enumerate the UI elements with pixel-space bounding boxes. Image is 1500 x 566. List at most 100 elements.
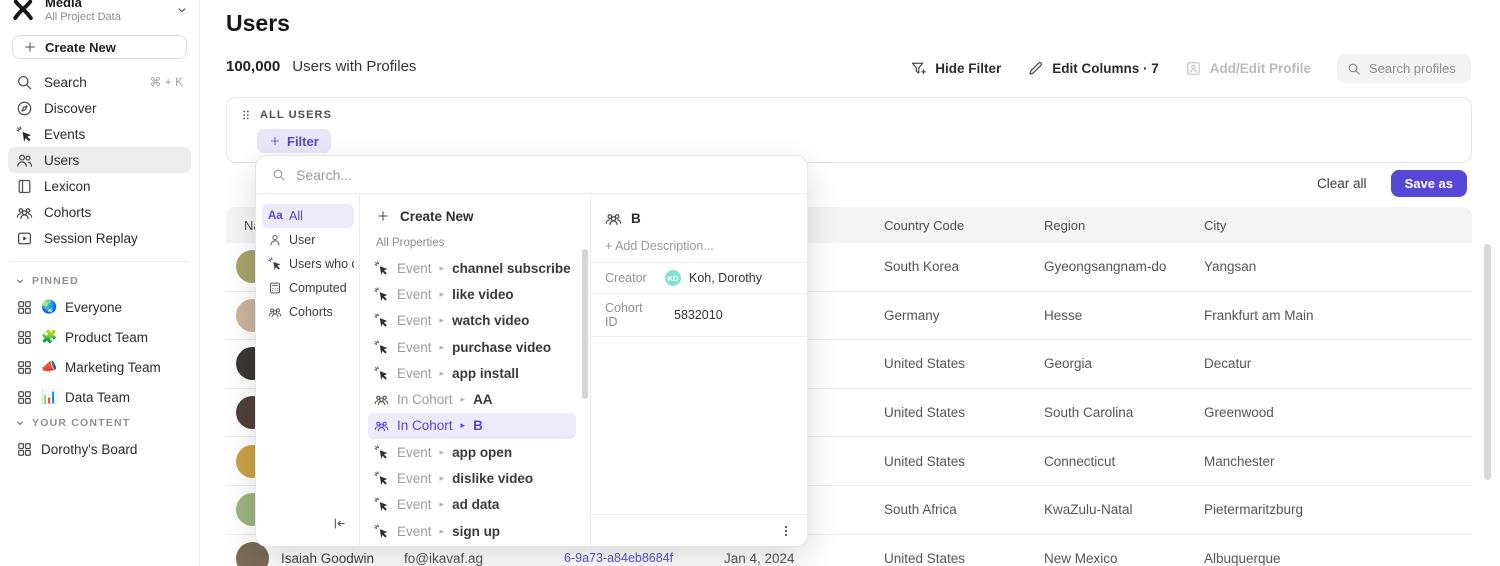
section-label: PINNED bbox=[32, 275, 79, 287]
filter-option-dislike-video[interactable]: Event▸dislike video bbox=[368, 465, 576, 491]
replay-icon bbox=[16, 230, 33, 247]
filter-dropdown: Aa All User Users who di... Computed bbox=[255, 155, 808, 547]
sidebar-item-lexicon[interactable]: Lexicon bbox=[8, 173, 191, 199]
sidebar: Media All Project Data Create New Search… bbox=[0, 0, 200, 566]
option-name: purchase video bbox=[452, 340, 551, 355]
filter-option-in-cohort-aa[interactable]: In Cohort▸AA bbox=[368, 386, 576, 412]
category-label: User bbox=[289, 233, 315, 247]
city-cell: Decatur bbox=[1204, 356, 1472, 371]
project-name: Media bbox=[45, 0, 166, 11]
filter-option-watch-video[interactable]: Event ▸ watch video bbox=[368, 308, 576, 334]
option-prefix: Event bbox=[397, 445, 432, 460]
sidebar-item-discover[interactable]: Discover bbox=[8, 95, 191, 121]
event-spark-icon bbox=[268, 257, 282, 271]
sidebar-item-events[interactable]: Events bbox=[8, 121, 191, 147]
event-spark-icon bbox=[374, 366, 389, 381]
dropdown-categories: Aa All User Users who di... Computed bbox=[256, 194, 360, 546]
dropdown-create-new-button[interactable]: Create New bbox=[360, 202, 590, 230]
filter-card: ALL USERS Filter bbox=[226, 97, 1472, 163]
your-content-section-header[interactable]: YOUR CONTENT bbox=[0, 412, 199, 434]
sidebar-item-everyone[interactable]: 🌏 Everyone bbox=[8, 292, 191, 322]
filter-option-sign-up[interactable]: Event▸sign up bbox=[368, 518, 576, 544]
search-icon bbox=[272, 168, 286, 182]
kebab-menu-icon[interactable] bbox=[779, 524, 793, 538]
button-label: Edit Columns · 7 bbox=[1052, 61, 1159, 76]
filter-option-app-install[interactable]: Event▸app install bbox=[368, 360, 576, 386]
filter-option-in-cohort-b[interactable]: In Cohort▸B bbox=[368, 413, 576, 439]
sidebar-item-product-team[interactable]: 🧩 Product Team bbox=[8, 322, 191, 352]
filter-option-app-open[interactable]: Event▸app open bbox=[368, 439, 576, 465]
filter-option-like-video[interactable]: Event▸like video bbox=[368, 281, 576, 307]
option-prefix: Event bbox=[397, 313, 432, 328]
clear-all-link[interactable]: Clear all bbox=[1317, 176, 1367, 191]
country-cell: Germany bbox=[884, 308, 1044, 323]
creator-label: Creator bbox=[605, 271, 657, 285]
region-cell: Connecticut bbox=[1044, 454, 1204, 469]
dropdown-search-input[interactable] bbox=[296, 167, 791, 183]
filter-option-purchase-video[interactable]: Event▸purchase video bbox=[368, 334, 576, 360]
book-icon bbox=[16, 178, 33, 195]
dropdown-property-list: Create New All Properties Event▸channel … bbox=[360, 194, 590, 546]
caret-right-icon: ▸ bbox=[440, 447, 445, 458]
event-spark-icon bbox=[374, 471, 389, 486]
plus-icon bbox=[376, 209, 390, 223]
column-header-country-code[interactable]: Country Code bbox=[884, 218, 1044, 233]
category-users-who-did[interactable]: Users who di... bbox=[262, 252, 354, 276]
sidebar-item-marketing-team[interactable]: 📣 Marketing Team bbox=[8, 352, 191, 382]
all-properties-header: All Properties bbox=[360, 230, 590, 255]
drag-handle-icon[interactable] bbox=[239, 108, 253, 122]
event-spark-icon bbox=[374, 340, 389, 355]
table-scrollbar[interactable] bbox=[1484, 244, 1491, 480]
sidebar-item-dorothys-board[interactable]: Dorothy's Board bbox=[8, 434, 191, 464]
collapse-panel-button[interactable] bbox=[332, 516, 347, 536]
sidebar-item-data-team[interactable]: 📊 Data Team bbox=[8, 382, 191, 412]
filter-option-channel-subscribe[interactable]: Event▸channel subscribe bbox=[368, 255, 576, 281]
category-computed[interactable]: Computed bbox=[262, 276, 354, 300]
caret-right-icon: ▸ bbox=[440, 315, 445, 326]
option-prefix: Event bbox=[397, 366, 432, 381]
board-label: Everyone bbox=[65, 300, 122, 315]
filter-group-label: ALL USERS bbox=[260, 109, 332, 121]
country-cell: United States bbox=[884, 356, 1044, 371]
category-all[interactable]: Aa All bbox=[262, 204, 354, 228]
sidebar-item-session-replay[interactable]: Session Replay bbox=[8, 225, 191, 251]
country-cell: United States bbox=[884, 405, 1044, 420]
project-switcher[interactable]: Media All Project Data bbox=[0, 0, 199, 27]
plus-icon bbox=[269, 135, 281, 147]
board-label: Product Team bbox=[65, 330, 148, 345]
dropdown-scrollbar[interactable] bbox=[582, 249, 588, 399]
sidebar-item-cohorts[interactable]: Cohorts bbox=[8, 199, 191, 225]
filter-option-ad-data[interactable]: Event▸ad data bbox=[368, 492, 576, 518]
search-icon bbox=[16, 74, 33, 91]
category-user[interactable]: User bbox=[262, 228, 354, 252]
column-header-city[interactable]: City bbox=[1204, 218, 1472, 233]
compass-icon bbox=[16, 100, 33, 117]
sidebar-item-search[interactable]: Search ⌘ + K bbox=[8, 69, 191, 95]
city-cell: Greenwood bbox=[1204, 405, 1472, 420]
create-new-button[interactable]: Create New bbox=[12, 35, 187, 59]
option-name: sign up bbox=[452, 524, 500, 539]
option-name: watch video bbox=[452, 313, 529, 328]
toolbar: Hide Filter Edit Columns · 7 Add/Edit Pr… bbox=[910, 54, 1471, 83]
option-name: ad data bbox=[452, 497, 499, 512]
option-name: AA bbox=[473, 392, 493, 407]
pinned-section-header[interactable]: PINNED bbox=[0, 270, 199, 292]
column-header-region[interactable]: Region bbox=[1044, 218, 1204, 233]
aa-icon: Aa bbox=[268, 210, 282, 222]
profile-search-input[interactable] bbox=[1369, 61, 1461, 76]
edit-columns-button[interactable]: Edit Columns · 7 bbox=[1027, 60, 1159, 77]
save-as-button[interactable]: Save as bbox=[1391, 170, 1467, 197]
cohort-icon bbox=[374, 418, 389, 433]
option-prefix: Event bbox=[397, 497, 432, 512]
pencil-icon bbox=[1027, 60, 1044, 77]
category-cohorts[interactable]: Cohorts bbox=[262, 300, 354, 324]
add-description-button[interactable]: + Add Description... bbox=[591, 237, 807, 263]
hide-filter-button[interactable]: Hide Filter bbox=[910, 60, 1001, 77]
region-cell: KwaZulu-Natal bbox=[1044, 502, 1204, 517]
sidebar-item-users[interactable]: Users bbox=[8, 147, 191, 173]
option-name: channel subscribe bbox=[452, 261, 571, 276]
cohort-id-row: Cohort ID 5832010 bbox=[591, 294, 807, 337]
add-edit-profile-button[interactable]: Add/Edit Profile bbox=[1185, 60, 1311, 77]
option-prefix: Event bbox=[397, 340, 432, 355]
add-filter-button[interactable]: Filter bbox=[257, 129, 331, 153]
